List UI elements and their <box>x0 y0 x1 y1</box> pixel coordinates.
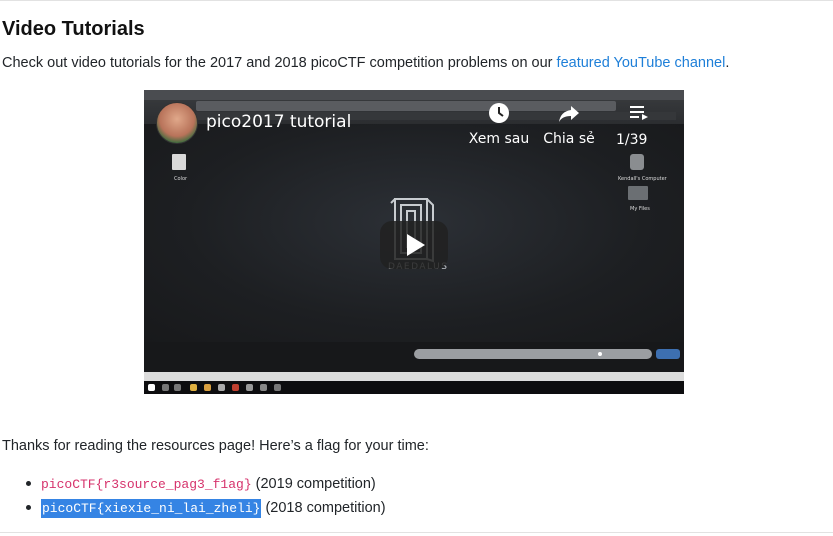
desktop-right-label-1: Kendall's Computer <box>618 176 667 182</box>
list-item: picoCTF{xiexie_ni_lai_zheli} (2018 compe… <box>0 499 386 523</box>
taskbar-app-icon <box>218 384 225 391</box>
flag-list: picoCTF{r3source_pag3_f1ag} (2019 compet… <box>0 475 386 523</box>
playlist-count: 1/39 <box>616 132 648 148</box>
bullet-icon <box>26 505 31 510</box>
video-load-button <box>656 349 680 359</box>
desktop-icon-label: Color <box>174 176 188 182</box>
top-divider <box>0 0 833 1</box>
taskbar-app-icon <box>204 384 211 391</box>
thanks-text: Thanks for reading the resources page! H… <box>2 438 429 454</box>
flag-code: picoCTF{r3source_pag3_f1ag} <box>41 477 252 492</box>
section-title: Video Tutorials <box>2 18 145 40</box>
folder-icon <box>628 186 648 200</box>
taskbar-app-icon <box>274 384 281 391</box>
playlist-icon[interactable] <box>630 106 648 120</box>
video-input-bar <box>414 349 652 359</box>
watch-later-button[interactable]: Xem sau <box>464 102 534 148</box>
video-status-bar <box>144 372 684 381</box>
bottom-divider <box>0 532 833 533</box>
video-input-dot <box>598 352 602 356</box>
taskbar-app-icon <box>162 384 169 391</box>
channel-avatar[interactable] <box>156 102 198 144</box>
taskbar-app-icon <box>174 384 181 391</box>
file-icon <box>172 154 186 170</box>
share-arrow-icon <box>559 106 579 122</box>
intro-suffix: . <box>725 55 730 71</box>
video-embed[interactable]: Color Kendall's Computer My Files DAEDAL… <box>144 90 684 394</box>
share-button[interactable]: Chia sẻ <box>534 102 604 148</box>
flag-code-selected: picoCTF{xiexie_ni_lai_zheli} <box>41 499 262 518</box>
taskbar-app-icon <box>232 384 239 391</box>
taskbar-app-icon <box>260 384 267 391</box>
taskbar-app-icon <box>246 384 253 391</box>
video-taskbar <box>144 381 684 394</box>
flag-note: (2019 competition) <box>251 476 376 492</box>
list-item: picoCTF{r3source_pag3_f1ag} (2019 compet… <box>0 475 386 499</box>
bullet-icon <box>26 481 31 486</box>
watch-later-label: Xem sau <box>468 131 530 147</box>
youtube-channel-link[interactable]: featured YouTube channel <box>557 55 726 71</box>
start-icon <box>148 384 155 391</box>
flag-note: (2018 competition) <box>261 500 386 516</box>
video-tabstrip <box>144 90 684 100</box>
video-title[interactable]: pico2017 tutorial <box>206 112 351 132</box>
share-label: Chia sẻ <box>543 131 595 147</box>
clock-icon <box>489 103 509 123</box>
intro-paragraph: Check out video tutorials for the 2017 a… <box>2 55 729 71</box>
intro-text: Check out video tutorials for the 2017 a… <box>2 55 557 71</box>
desktop-right-label-2: My Files <box>630 206 650 212</box>
taskbar-app-icon <box>190 384 197 391</box>
computer-icon <box>630 154 644 170</box>
play-icon <box>407 234 425 256</box>
